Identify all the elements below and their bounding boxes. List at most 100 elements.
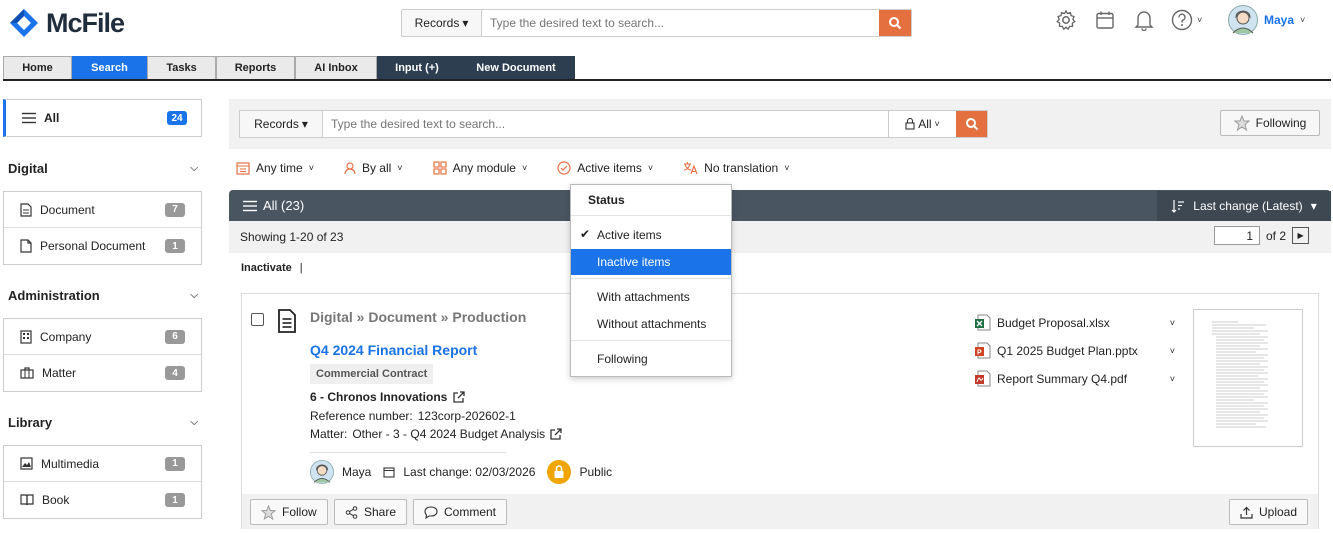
external-link-icon[interactable] (453, 391, 465, 403)
upload-icon (1240, 506, 1253, 519)
chevron-down-icon: ˅ (308, 163, 314, 173)
user-menu[interactable]: Maya ˅ (1228, 5, 1305, 35)
status-dropdown-menu: Status ✔ Active items Inactive items Wit… (570, 184, 732, 377)
sidebar-item-matter[interactable]: Matter 4 (4, 355, 201, 391)
filter-bar: Any time ˅ By all ˅ Any module ˅ Active … (236, 160, 819, 176)
attachment-name: Q1 2025 Budget Plan.pptx (997, 343, 1138, 358)
upload-button[interactable]: Upload (1229, 499, 1309, 525)
chevron-down-icon[interactable]: ˅ (1170, 318, 1175, 328)
sidebar-item-label: Multimedia (41, 456, 100, 471)
comment-label: Comment (444, 505, 497, 519)
tab-reports[interactable]: Reports (216, 56, 295, 79)
sidebar-item-document[interactable]: Document 7 (4, 192, 201, 228)
inactivate-action[interactable]: Inactivate (241, 262, 292, 274)
dropdown-item-label: Without attachments (597, 317, 707, 331)
modules-icon (432, 161, 447, 175)
chevron-down-icon: ⌵ (190, 417, 198, 428)
filter-module[interactable]: Any module ˅ (432, 160, 527, 176)
document-thumbnail[interactable] (1193, 309, 1303, 447)
external-link-icon[interactable] (550, 428, 562, 440)
gear-icon (1056, 9, 1076, 31)
records-scope-select[interactable]: Records ▾ (240, 111, 323, 137)
access-filter-select[interactable]: All ˅ (888, 111, 956, 137)
dropdown-item-following[interactable]: Following (571, 346, 731, 372)
sidebar-item-book[interactable]: Book 1 (4, 482, 201, 518)
record-meta: Maya Last change: 02/03/2026 Public (310, 460, 612, 484)
comment-button[interactable]: Comment (413, 499, 508, 525)
share-icon (345, 505, 358, 519)
page-input[interactable]: 1 (1214, 226, 1260, 245)
chevron-down-icon: ⌵ (190, 290, 198, 301)
sort-select[interactable]: Last change (Latest) ▾ (1157, 191, 1331, 221)
tab-new-document[interactable]: New Document (457, 56, 575, 79)
dropdown-item-label: Following (597, 352, 648, 366)
help-button[interactable]: ˅ (1171, 8, 1211, 32)
tab-home[interactable]: Home (3, 56, 72, 79)
following-button[interactable]: Following (1220, 110, 1320, 136)
sidebar-item-multimedia[interactable]: Multimedia 1 (4, 446, 201, 482)
follow-button[interactable]: Follow (250, 499, 328, 525)
sidebar-item-personal-document[interactable]: Personal Document 1 (4, 228, 201, 264)
sidebar-section-digital[interactable]: Digital ⌵ (8, 161, 202, 176)
count-badge: 24 (167, 111, 187, 125)
record-company: 6 - Chronos Innovations (310, 390, 465, 404)
top-search-scope-select[interactable]: Records ▾ (402, 10, 482, 36)
sidebar-group-administration: Company 6 Matter 4 (3, 318, 202, 392)
top-search-input[interactable] (482, 10, 879, 36)
last-change: Last change: 02/03/2026 (403, 465, 536, 479)
play-icon: ▶ (1297, 231, 1304, 240)
results-title: All (23) (263, 198, 305, 213)
records-search-button[interactable] (956, 111, 987, 137)
tab-search[interactable]: Search (72, 56, 147, 79)
tab-tasks[interactable]: Tasks (147, 56, 216, 79)
records-search-input[interactable] (323, 111, 888, 137)
help-icon (1171, 9, 1193, 31)
filter-status[interactable]: Active items ˅ (557, 160, 653, 176)
dropdown-item-active[interactable]: ✔ Active items (571, 222, 731, 248)
sidebar-section-administration[interactable]: Administration ⌵ (8, 288, 202, 303)
record-checkbox[interactable] (251, 313, 264, 326)
lock-icon (905, 118, 915, 130)
tab-ai-inbox[interactable]: AI Inbox (295, 56, 377, 79)
notifications-button[interactable] (1132, 8, 1156, 32)
attachment-name: Budget Proposal.xlsx (997, 315, 1110, 330)
reference-label: Reference number: (310, 409, 413, 423)
powerpoint-icon: P (975, 342, 991, 359)
record-title-link[interactable]: Q4 2024 Financial Report (310, 342, 477, 358)
company-name: 6 - Chronos Innovations (310, 390, 448, 404)
settings-button[interactable] (1054, 8, 1078, 32)
section-title: Library (8, 415, 53, 430)
sidebar-item-all[interactable]: All 24 (3, 99, 202, 137)
chevron-down-icon: ˅ (1300, 15, 1306, 25)
comment-icon (424, 505, 438, 519)
attachment-item[interactable]: Report Summary Q4.pdf ˅ (975, 370, 1175, 387)
calendar-button[interactable] (1093, 8, 1117, 32)
share-button[interactable]: Share (334, 499, 408, 525)
app-logo[interactable]: McFile (8, 6, 148, 40)
dropdown-item-inactive[interactable]: Inactive items (571, 249, 731, 275)
top-search-scope-label: Records (414, 16, 460, 30)
list-icon (22, 112, 36, 124)
chevron-down-icon[interactable]: ˅ (1170, 346, 1175, 356)
top-search-button[interactable] (879, 10, 911, 36)
calendar-icon (1096, 11, 1114, 29)
dropdown-item-with-attachments[interactable]: With attachments (571, 284, 731, 310)
chevron-down-icon: ⌵ (190, 163, 198, 174)
chevron-down-icon[interactable]: ˅ (1170, 374, 1175, 384)
dropdown-title: Status (588, 193, 625, 207)
attachment-item[interactable]: Budget Proposal.xlsx ˅ (975, 314, 1175, 331)
search-icon (965, 118, 978, 131)
dropdown-item-without-attachments[interactable]: Without attachments (571, 311, 731, 337)
sidebar-section-library[interactable]: Library ⌵ (8, 415, 202, 430)
sidebar-item-company[interactable]: Company 6 (4, 319, 201, 355)
attachment-name: Report Summary Q4.pdf (997, 371, 1128, 386)
next-page-button[interactable]: ▶ (1292, 227, 1310, 244)
filter-user[interactable]: By all ˅ (344, 160, 403, 176)
dropdown-divider (571, 215, 731, 216)
filter-time[interactable]: Any time ˅ (236, 160, 314, 176)
filter-translation[interactable]: No translation ˅ (683, 160, 789, 176)
record-breadcrumb: Digital » Document » Production (310, 309, 527, 325)
tab-input[interactable]: Input (+) (377, 56, 457, 79)
attachment-item[interactable]: P Q1 2025 Budget Plan.pptx ˅ (975, 342, 1175, 359)
filter-label: No translation (704, 161, 779, 175)
